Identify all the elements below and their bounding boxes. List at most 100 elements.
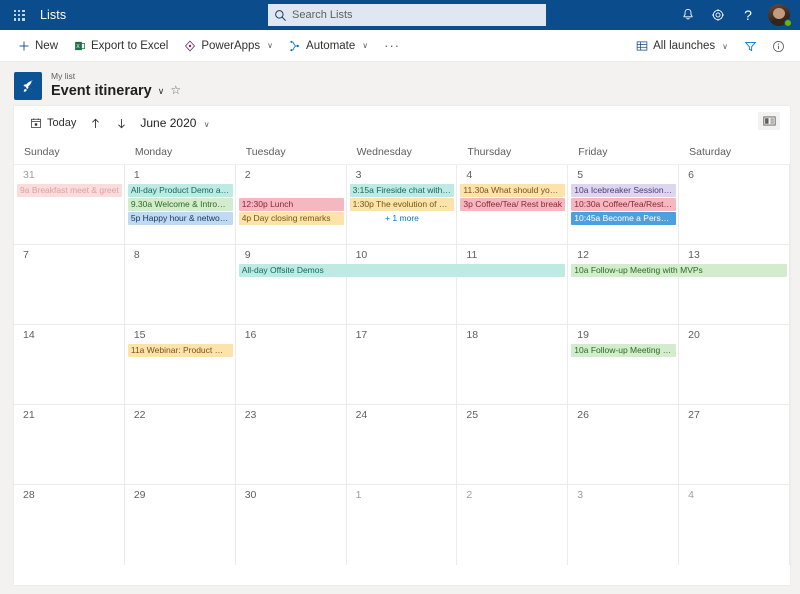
chevron-down-icon[interactable]: ∨ [158,86,165,96]
command-bar-right: All launches ∨ [628,30,792,62]
day-cell-19[interactable]: 19 [568,325,680,404]
powerapps-icon [185,40,196,51]
chevron-down-icon: ∨ [203,120,210,129]
info-button[interactable] [764,30,792,62]
day-cell-12[interactable]: 12 [568,245,680,324]
calendar-event[interactable]: 9.30a Welcome & Introducti... [127,198,233,211]
gear-icon[interactable] [704,0,732,30]
day-cell-20[interactable]: 20 [679,325,790,404]
search-input[interactable] [292,9,540,21]
day-cell-24[interactable]: 24 [347,405,458,484]
calendar-event[interactable]: 10a Icebreaker Sessions 1 - 4 [571,184,677,197]
day-cell-7[interactable]: 7 [14,245,125,324]
day-cell-3[interactable]: 3 [568,485,680,565]
day-number: 20 [688,329,700,341]
day-cell-15[interactable]: 15 [125,325,236,404]
app-name[interactable]: Lists [40,8,66,22]
avatar[interactable] [764,0,794,30]
next-period-button[interactable] [108,112,134,134]
day-cell-8[interactable]: 8 [125,245,236,324]
calendar-event[interactable]: 11a Webinar: Product Mana... [127,344,233,357]
day-cell-21[interactable]: 21 [14,405,125,484]
month-selector[interactable]: June 2020 ∨ [140,116,209,130]
calendar-event[interactable]: 10a Follow-up Meeting with MVPs [571,264,787,277]
filter-button[interactable] [736,30,764,62]
day-number: 9 [244,249,251,261]
calendar-event[interactable]: 10a Follow-up Meeting with... [571,344,677,357]
day-number: 2 [244,169,251,181]
calendar-event[interactable]: All-day Product Demo and Fair [127,184,233,197]
previous-period-button[interactable] [82,112,108,134]
new-button[interactable]: New [10,30,66,62]
day-cell-31[interactable]: 31 [14,165,125,244]
calendar-event[interactable]: All-day Offsite Demos [238,264,566,277]
calendar-event[interactable]: 5p Happy hour & networking [127,212,233,225]
calendar-card: Today June 2020 ∨ Sunday Monday Tuesday … [14,106,790,585]
export-label: Export to Excel [91,39,169,52]
today-label: Today [47,117,77,129]
calendar-event[interactable]: 4p Day closing remarks [238,212,344,225]
day-header-saturday: Saturday [689,146,732,158]
command-bar: New X Export to Excel PowerApps ∨ Automa… [0,30,800,62]
day-cell-14[interactable]: 14 [14,325,125,404]
automate-button[interactable]: Automate ∨ [281,30,376,62]
split-view-toggle-button[interactable] [758,112,780,130]
chevron-down-icon: ∨ [362,41,369,50]
powerapps-button[interactable]: PowerApps ∨ [176,30,281,62]
view-selector-button[interactable]: All launches ∨ [628,30,736,62]
day-cell-13[interactable]: 13 [679,245,790,324]
day-cell-2[interactable]: 2 [457,485,569,565]
day-cell-28[interactable]: 28 [14,485,125,565]
day-cell-27[interactable]: 27 [679,405,790,484]
day-cell-1[interactable]: 1 [347,485,458,565]
search-icon [275,9,286,21]
bell-icon[interactable] [674,0,702,30]
day-number: 15 [133,329,146,341]
day-cell-10[interactable]: 10 [347,245,458,324]
calendar-event[interactable]: 9a Breakfast meet & greet [17,184,122,197]
favorite-star-icon[interactable]: ☆ [170,84,181,98]
day-number: 27 [688,409,700,421]
day-cell-11[interactable]: 11 [457,245,569,324]
app-launcher-icon[interactable] [6,0,32,30]
calendar-week-row: 14 15 16 17 18 19 20 11a Webinar: Product Mana.… [14,325,790,405]
split-view-icon [762,116,776,126]
day-cell-16[interactable]: 16 [236,325,347,404]
powerapps-label: PowerApps [201,39,261,52]
search-box[interactable] [268,4,546,26]
day-number: 18 [466,329,479,341]
day-cell-26[interactable]: 26 [568,405,680,484]
calendar-event[interactable]: 12:30p Lunch [238,198,344,211]
day-number: 28 [23,489,35,501]
day-number: 2 [466,489,473,501]
svg-text:X: X [76,43,80,49]
calendar-event[interactable]: 3:15a Fireside chat with Jason [349,184,455,197]
day-cell-30[interactable]: 30 [236,485,347,565]
automate-label: Automate [306,39,356,52]
breadcrumb[interactable]: My list [51,72,181,82]
day-cell-29[interactable]: 29 [125,485,236,565]
calendar-event[interactable]: 11.30a What should you bui... [460,184,566,197]
day-cell-23[interactable]: 23 [236,405,347,484]
export-to-excel-button[interactable]: X Export to Excel [66,30,176,62]
day-cell-9[interactable]: 9 [236,245,347,324]
info-icon [772,40,784,52]
question-mark-icon[interactable]: ? [734,0,762,30]
day-number: 3 [355,169,362,181]
day-header-friday: Friday [578,146,608,158]
calendar-event[interactable]: 10:45a Become a Person of... [571,212,677,225]
day-header-monday: Monday [134,146,173,158]
day-cell-17[interactable]: 17 [347,325,458,404]
day-cell-4[interactable]: 4 [679,485,790,565]
day-cell-18[interactable]: 18 [457,325,569,404]
more-events-link[interactable]: + 1 more [350,212,455,225]
day-cell-25[interactable]: 25 [457,405,569,484]
day-cell-22[interactable]: 22 [125,405,236,484]
more-commands-button[interactable]: ··· [376,38,408,53]
day-cell-6[interactable]: 6 [679,165,790,244]
calendar-event[interactable]: 1:30p The evolution of emoj... [349,198,455,211]
calendar-event[interactable]: 3p Coffee/Tea/ Rest break [460,198,566,211]
calendar-week-row: 21 22 23 24 25 26 27 [14,405,790,485]
today-button[interactable]: Today [24,114,82,132]
calendar-event[interactable]: 10:30a Coffee/Tea/Rest break [571,198,677,211]
